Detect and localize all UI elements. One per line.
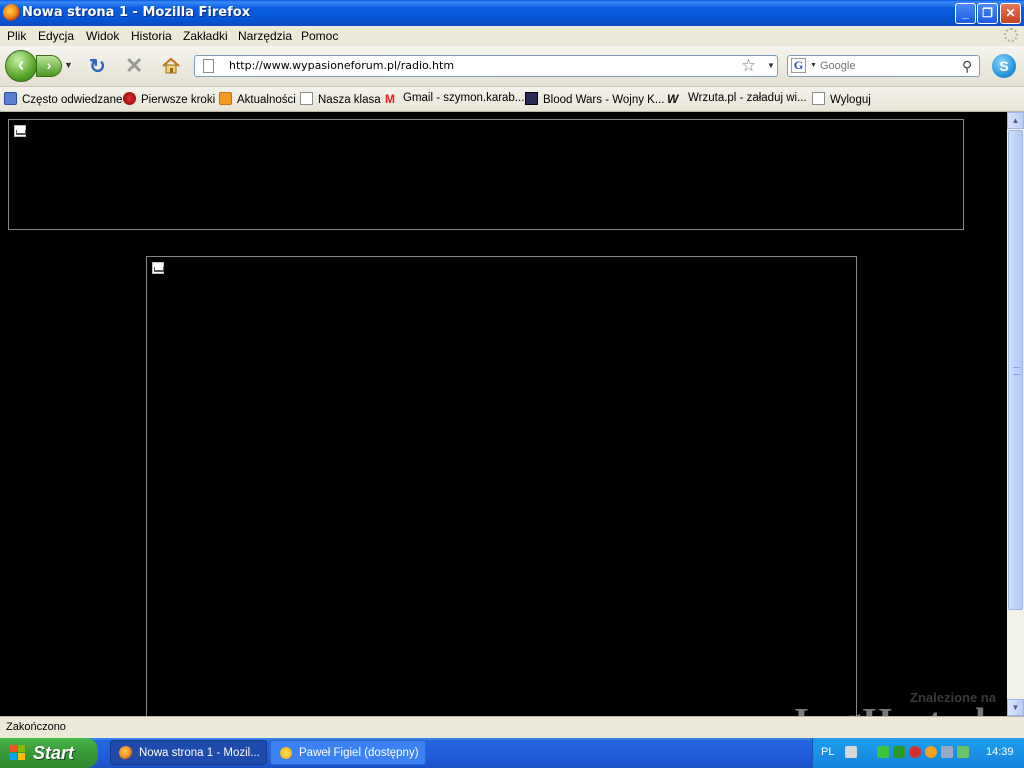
firefox-icon (119, 746, 133, 760)
bookmark-czesto-odwiedzane[interactable]: Często odwiedzane (4, 92, 122, 106)
messenger-icon (280, 747, 292, 759)
close-button[interactable]: ✕ (1000, 3, 1021, 24)
search-input[interactable] (820, 58, 960, 73)
back-icon: ‹ (17, 54, 25, 76)
menu-historia[interactable]: Historia (131, 29, 172, 43)
scroll-down-button[interactable]: ▼ (1007, 699, 1024, 716)
clock[interactable]: 14:39 (986, 746, 1014, 758)
url-bar[interactable]: http://www.wypasioneforum.pl/radio.htm ☆… (194, 55, 778, 77)
page-icon (300, 92, 313, 105)
bookmark-aktualnosci[interactable]: Aktualności (219, 92, 296, 106)
history-dropdown-icon[interactable]: ▼ (64, 60, 73, 70)
scroll-thumb[interactable] (1008, 130, 1023, 610)
bookmark-blood-wars[interactable]: Blood Wars - Wojny K... (525, 92, 664, 106)
network-icon[interactable] (877, 746, 889, 758)
rss-icon (219, 92, 232, 105)
gmail-icon: M (385, 92, 395, 106)
reload-icon[interactable]: ↻ (89, 54, 106, 79)
start-label: Start (33, 743, 75, 763)
broken-plugin-icon (14, 125, 26, 137)
embedded-frame-top[interactable] (8, 119, 964, 230)
page-icon (812, 92, 825, 105)
windows-flag-icon (10, 745, 26, 761)
vertical-scrollbar[interactable]: ▲ ▼ (1007, 112, 1024, 716)
menu-edycja[interactable]: Edycja (38, 29, 74, 43)
broken-plugin-icon (152, 262, 164, 274)
start-button[interactable]: Start (0, 738, 98, 768)
scroll-up-button[interactable]: ▲ (1007, 112, 1024, 129)
bookmark-nasza-klasa[interactable]: Nasza klasa (300, 92, 381, 106)
embedded-frame-main[interactable] (146, 256, 857, 716)
navigation-toolbar: ‹ › ▼ ↻ ✕ http://www.wypasioneforum.pl/r… (0, 46, 1024, 87)
status-text: Zakończono (6, 721, 66, 733)
menu-widok[interactable]: Widok (86, 29, 119, 43)
engine-dropdown-icon[interactable]: ▼ (810, 62, 817, 69)
forward-icon: › (46, 57, 52, 73)
firefox-icon (123, 92, 136, 105)
home-icon[interactable] (161, 56, 181, 76)
back-button[interactable]: ‹ (5, 50, 37, 82)
maximize-button[interactable]: ❐ (977, 3, 998, 24)
google-icon[interactable]: G (791, 58, 806, 73)
menu-narzedzia[interactable]: Narzędzia (238, 29, 292, 43)
wrzuta-icon: W (667, 92, 679, 106)
minimize-button[interactable]: _ (955, 3, 976, 24)
taskbar-item-firefox[interactable]: Nowa strona 1 - Mozil... (110, 740, 267, 765)
bookmark-pierwsze-kroki[interactable]: Pierwsze kroki (123, 92, 215, 106)
magnifier-icon[interactable]: ⚲ (962, 58, 972, 75)
folder-icon (4, 92, 17, 105)
system-tray: PL 14:39 (812, 738, 1024, 768)
search-bar[interactable]: G ▼ ⚲ (787, 55, 980, 77)
menu-pomoc[interactable]: Pomoc (301, 29, 338, 43)
antivirus-icon[interactable] (909, 746, 921, 758)
bookmark-gmail[interactable]: M Gmail - szymon.karab... (382, 92, 524, 106)
gadu-icon[interactable] (925, 746, 937, 758)
volume-icon[interactable] (941, 746, 953, 758)
menu-plik[interactable]: Plik (7, 29, 26, 43)
url-text[interactable]: http://www.wypasioneforum.pl/radio.htm (229, 59, 454, 72)
bookmark-wrzuta[interactable]: W Wrzuta.pl - załaduj wi... (667, 92, 807, 106)
page-icon (203, 59, 214, 73)
skype-icon[interactable]: S (992, 54, 1016, 78)
star-icon[interactable]: ☆ (741, 56, 756, 76)
bookmarks-toolbar: Często odwiedzane Pierwsze kroki Aktualn… (0, 87, 1024, 112)
menu-zakladki[interactable]: Zakładki (183, 29, 228, 43)
language-indicator[interactable]: PL (821, 746, 834, 758)
url-dropdown-icon[interactable]: ▼ (767, 61, 775, 70)
bookmark-wyloguj[interactable]: Wyloguj (812, 92, 871, 106)
grip-icon (1013, 367, 1020, 375)
throbber-icon (1004, 28, 1018, 42)
stop-icon[interactable]: ✕ (125, 53, 143, 79)
status-bar: Zakończono (0, 716, 1024, 739)
taskbar: Start Nowa strona 1 - Mozil... Paweł Fig… (0, 738, 1024, 768)
bloodwars-icon (525, 92, 538, 105)
menu-bar: Plik Edycja Widok Historia Zakładki Narz… (0, 26, 1024, 46)
page-content (0, 112, 1007, 716)
window-title: Nowa strona 1 - Mozilla Firefox (22, 5, 251, 20)
firefox-icon (3, 4, 20, 21)
title-bar[interactable]: Nowa strona 1 - Mozilla Firefox _ ❐ ✕ (0, 0, 1024, 26)
messenger-tray-icon[interactable] (893, 746, 905, 758)
taskbar-item-messenger[interactable]: Paweł Figiel (dostępny) (270, 740, 426, 765)
safely-remove-icon[interactable] (957, 746, 969, 758)
forward-button[interactable]: › (36, 55, 62, 77)
keyboard-icon[interactable] (845, 746, 857, 758)
